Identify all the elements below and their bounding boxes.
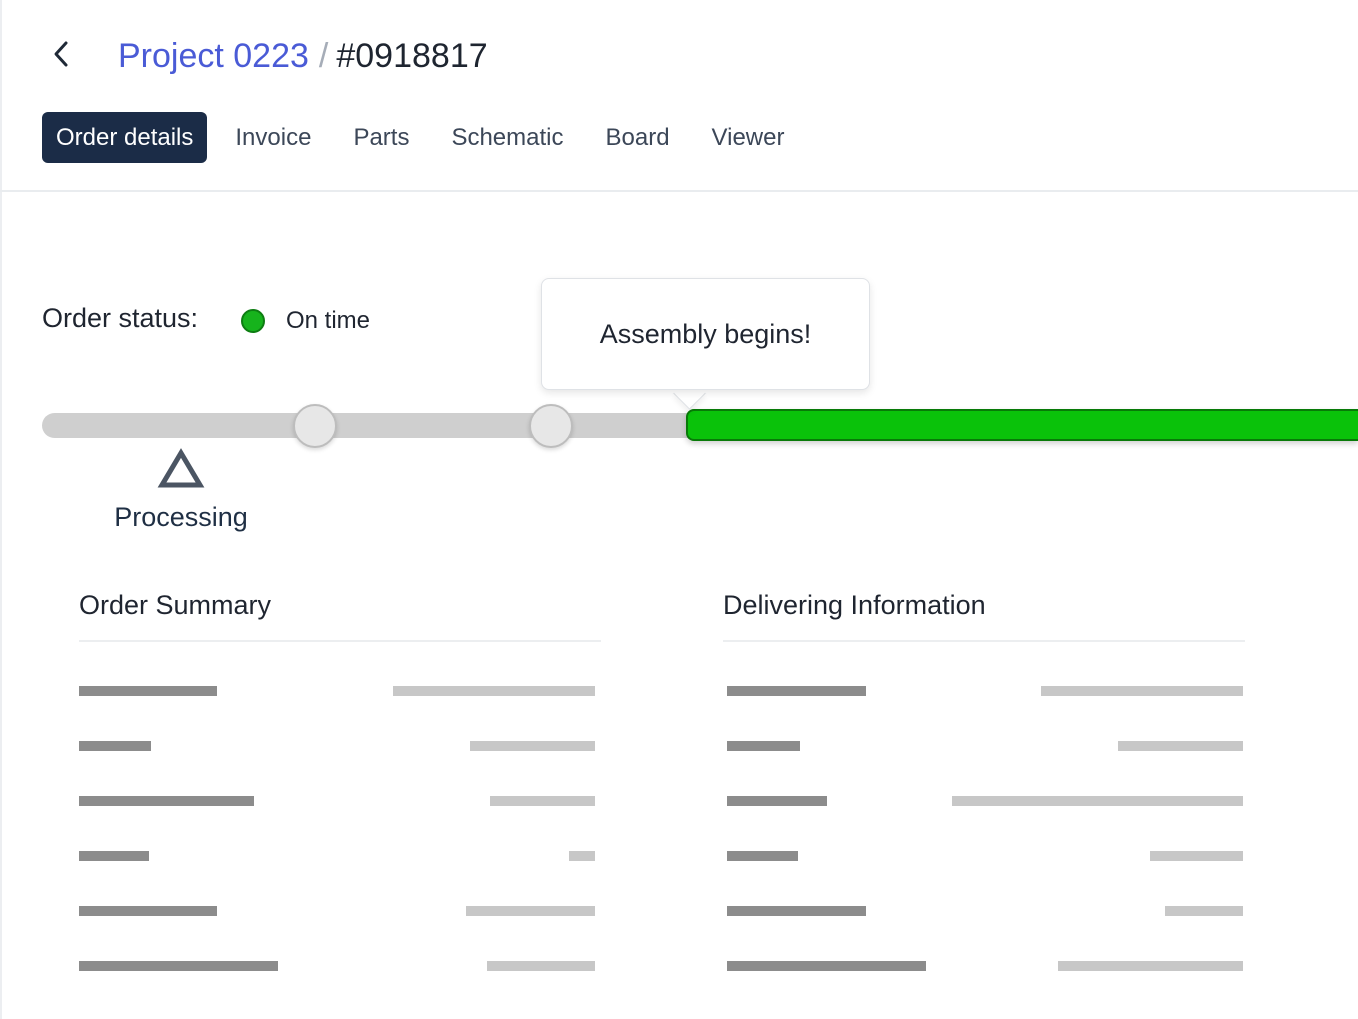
- header-divider: [0, 190, 1358, 192]
- delivery-row: [727, 851, 1243, 861]
- delivery-row: [727, 796, 1243, 806]
- summary-row: [79, 851, 595, 861]
- row-key-placeholder: [79, 906, 217, 916]
- progress-fill: [686, 409, 1358, 441]
- row-key-placeholder: [727, 961, 926, 971]
- row-key-placeholder: [79, 961, 278, 971]
- row-value-placeholder: [569, 851, 595, 861]
- order-status-label: Order status:: [42, 303, 199, 333]
- breadcrumb-separator: /: [318, 37, 329, 75]
- row-value-placeholder: [1150, 851, 1243, 861]
- delivering-information-title: Delivering Information: [723, 590, 986, 620]
- row-value-placeholder: [466, 906, 595, 916]
- summary-row: [79, 961, 595, 971]
- triangle-outline-icon: [157, 448, 205, 488]
- row-key-placeholder: [727, 796, 827, 806]
- row-key-placeholder: [727, 851, 798, 861]
- row-key-placeholder: [727, 686, 866, 696]
- row-value-placeholder: [490, 796, 595, 806]
- row-key-placeholder: [727, 741, 800, 751]
- row-value-placeholder: [470, 741, 595, 751]
- delivery-row: [727, 686, 1243, 696]
- row-value-placeholder: [1058, 961, 1243, 971]
- tab-viewer[interactable]: Viewer: [698, 112, 799, 163]
- row-value-placeholder: [1165, 906, 1243, 916]
- delivery-row: [727, 741, 1243, 751]
- row-value-placeholder: [487, 961, 595, 971]
- panel-divider: [79, 640, 601, 642]
- row-value-placeholder: [1041, 686, 1243, 696]
- tab-invoice[interactable]: Invoice: [221, 112, 325, 163]
- row-value-placeholder: [393, 686, 595, 696]
- order-summary-title: Order Summary: [79, 590, 272, 620]
- breadcrumb-order-number: #0918817: [336, 37, 488, 75]
- tab-order-details[interactable]: Order details: [42, 112, 208, 163]
- tab-bar: Order details Invoice Parts Schematic Bo…: [42, 112, 812, 163]
- tooltip-text: Assembly begins!: [599, 318, 812, 349]
- summary-row: [79, 906, 595, 916]
- tab-parts[interactable]: Parts: [339, 112, 423, 163]
- panel-divider: [723, 640, 1245, 642]
- tab-board[interactable]: Board: [592, 112, 684, 163]
- row-key-placeholder: [79, 851, 149, 861]
- row-key-placeholder: [79, 741, 151, 751]
- summary-row: [79, 686, 595, 696]
- window-edge: [0, 0, 2, 1019]
- summary-row: [79, 796, 595, 806]
- delivery-row: [727, 906, 1243, 916]
- breadcrumb: Project 0223/#0918817: [118, 34, 488, 78]
- summary-row: [79, 741, 595, 751]
- row-key-placeholder: [79, 796, 254, 806]
- order-summary-panel: Order Summary: [79, 585, 601, 971]
- current-phase-label: Processing: [114, 502, 248, 532]
- back-button[interactable]: [44, 34, 78, 74]
- milestone-marker[interactable]: [529, 404, 573, 448]
- row-value-placeholder: [952, 796, 1243, 806]
- delivery-row: [727, 961, 1243, 971]
- chevron-left-icon: [54, 41, 68, 67]
- row-key-placeholder: [727, 906, 866, 916]
- breadcrumb-project-link[interactable]: Project 0223: [118, 37, 309, 75]
- row-value-placeholder: [1118, 741, 1243, 751]
- order-status-value: On time: [286, 307, 371, 334]
- milestone-tooltip: Assembly begins!: [541, 278, 870, 390]
- delivering-information-panel: Delivering Information: [723, 585, 1245, 971]
- milestone-marker[interactable]: [293, 404, 337, 448]
- tab-schematic[interactable]: Schematic: [437, 112, 577, 163]
- row-key-placeholder: [79, 686, 217, 696]
- status-indicator-dot: [241, 309, 265, 333]
